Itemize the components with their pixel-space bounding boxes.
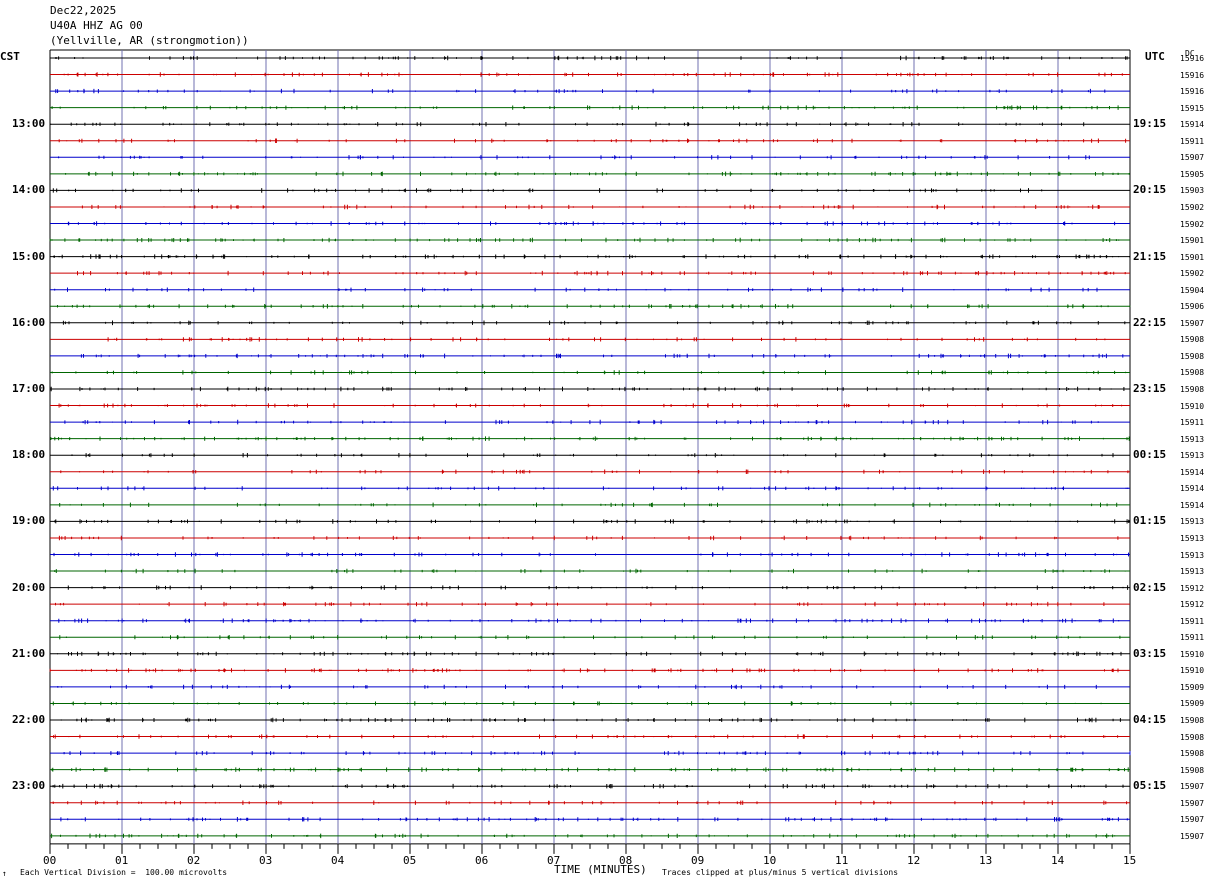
dc-value: 15911 — [1180, 136, 1205, 146]
right-hour-label: 03:15 — [1133, 646, 1167, 660]
dc-value: 15908 — [1180, 732, 1205, 742]
right-hour-label: 00:15 — [1133, 448, 1167, 462]
dc-value: 15908 — [1180, 385, 1205, 394]
dc-value: 15911 — [1180, 633, 1205, 643]
right-hour-label: 04:15 — [1133, 713, 1167, 726]
station-code: U40A HHZ AG 00 — [50, 19, 143, 32]
right-hour-label: 22:15 — [1133, 315, 1167, 329]
dc-value: 15908 — [1180, 765, 1205, 775]
left-hour-label: 21:00 — [12, 646, 46, 660]
dc-value: 15914 — [1180, 467, 1205, 477]
dc-value: 15909 — [1180, 699, 1205, 709]
dc-value: 15910 — [1180, 666, 1205, 676]
seismic-traces — [49, 55, 1131, 839]
left-hour-label: 22:00 — [12, 713, 46, 726]
plot-date: Dec22,2025 — [50, 4, 117, 17]
dc-value: 15911 — [1180, 418, 1205, 428]
dc-value: 15901 — [1180, 252, 1205, 262]
dc-value: 15911 — [1180, 616, 1205, 626]
dc-value: 15905 — [1180, 169, 1205, 179]
right-hour-label: 20:15 — [1133, 183, 1167, 197]
x-tick-label: 02 — [187, 853, 201, 867]
dc-value: 15909 — [1180, 682, 1205, 692]
dc-value: 15916 — [1180, 54, 1205, 63]
x-tick-label: 10 — [763, 853, 777, 867]
dc-value: 15901 — [1180, 236, 1205, 246]
dc-value: 15907 — [1180, 798, 1205, 808]
x-tick-label: 06 — [475, 853, 489, 867]
dc-value: 15914 — [1180, 500, 1205, 510]
plot-grid — [49, 49, 1131, 845]
dc-value: 15912 — [1180, 583, 1205, 593]
left-timezone-label: CST — [0, 50, 20, 63]
right-hour-label: 21:15 — [1133, 249, 1167, 263]
dc-value: 15916 — [1180, 87, 1205, 97]
left-hour-label: 19:00 — [12, 514, 46, 528]
left-hour-label: 14:00 — [12, 183, 46, 197]
dc-value: 15908 — [1180, 351, 1205, 361]
x-tick-label: 00 — [43, 853, 57, 867]
dc-value: 15906 — [1180, 302, 1205, 312]
right-hour-label: 02:15 — [1133, 580, 1167, 594]
right-hour-label: 23:15 — [1133, 382, 1167, 395]
left-hour-label: 13:00 — [12, 117, 46, 131]
dc-value: 15902 — [1180, 269, 1205, 279]
dc-value: 15907 — [1180, 782, 1205, 792]
scale-arrow-icon: ↑ — [2, 869, 7, 878]
dc-value: 15908 — [1180, 716, 1205, 725]
clipping-note: Traces clipped at plus/minus 5 vertical … — [662, 868, 899, 877]
dc-value: 15907 — [1180, 153, 1205, 163]
dc-value: 15914 — [1180, 120, 1205, 130]
dc-value: 15908 — [1180, 335, 1205, 345]
dc-value: 15907 — [1180, 815, 1205, 825]
dc-value: 15913 — [1180, 550, 1205, 560]
right-timezone-label: UTC — [1145, 50, 1165, 63]
dc-value: 15913 — [1180, 533, 1205, 543]
x-tick-label: 14 — [1051, 853, 1065, 867]
dc-value: 15913 — [1180, 567, 1205, 577]
dc-value: 15907 — [1180, 831, 1205, 841]
dc-value: 15903 — [1180, 186, 1205, 196]
x-tick-label: 09 — [691, 853, 705, 867]
dc-value: 15910 — [1180, 649, 1205, 659]
dc-value: 15902 — [1180, 219, 1205, 229]
x-tick-label: 12 — [907, 853, 921, 867]
dc-value: 15907 — [1180, 318, 1205, 328]
right-hour-label: 19:15 — [1133, 117, 1167, 131]
dc-value: 15913 — [1180, 451, 1205, 461]
x-tick-label: 01 — [115, 853, 129, 867]
x-tick-label: 03 — [259, 853, 273, 867]
dc-value: 15910 — [1180, 401, 1205, 411]
right-hour-label: 01:15 — [1133, 514, 1167, 528]
dc-value: 15912 — [1180, 600, 1205, 610]
dc-value: 15915 — [1180, 103, 1205, 113]
left-hour-label: 17:00 — [12, 382, 46, 395]
left-hour-label: 20:00 — [12, 580, 46, 594]
dc-value: 15914 — [1180, 484, 1205, 494]
left-hour-label: 18:00 — [12, 448, 46, 462]
dc-value: 15913 — [1180, 434, 1205, 444]
x-tick-label: 15 — [1123, 853, 1137, 867]
dc-value: 15908 — [1180, 368, 1205, 378]
x-tick-label: 13 — [979, 853, 993, 867]
x-tick-label: 04 — [331, 853, 345, 867]
dc-value: 15902 — [1180, 202, 1205, 212]
vertical-division-note: Each Vertical Division = 100.00 microvol… — [20, 868, 228, 877]
x-axis-title: TIME (MINUTES) — [554, 863, 647, 876]
x-axis-ticks — [49, 843, 1131, 854]
dc-value: 15916 — [1180, 70, 1205, 80]
x-tick-label: 05 — [403, 853, 417, 867]
dc-value: 15904 — [1180, 285, 1205, 295]
left-hour-label: 23:00 — [12, 779, 46, 793]
right-hour-label: 05:15 — [1133, 779, 1167, 793]
dc-value: 15913 — [1180, 517, 1205, 527]
x-tick-label: 11 — [835, 853, 849, 867]
left-hour-label: 15:00 — [12, 249, 46, 263]
helicorder-plot — [49, 49, 1131, 854]
dc-value: 15908 — [1180, 749, 1205, 759]
station-location: (Yellville, AR (strongmotion)) — [50, 34, 249, 47]
left-hour-label: 16:00 — [12, 315, 46, 329]
